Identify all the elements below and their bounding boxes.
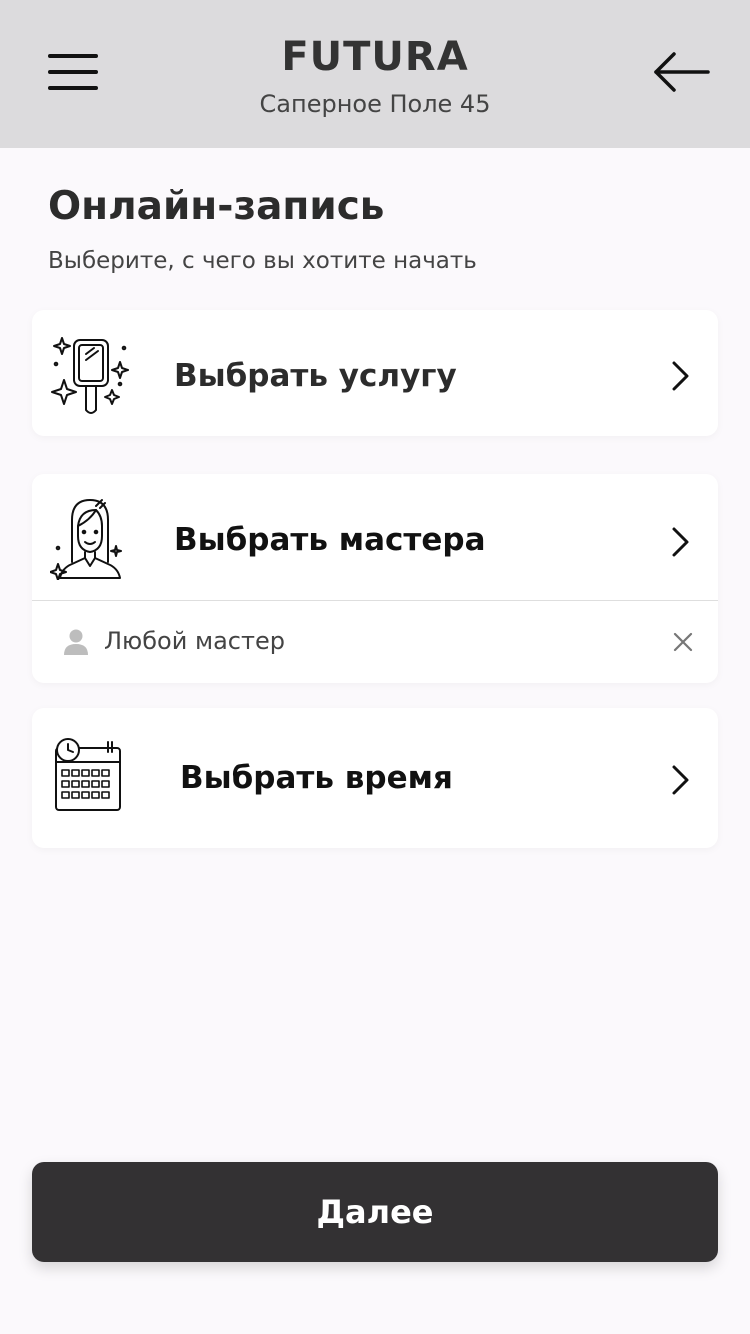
select-service-label: Выбрать услугу: [174, 358, 457, 394]
page-title: Онлайн-запись: [48, 184, 385, 229]
selected-master-row: Любой мастер: [32, 601, 718, 683]
select-master-button[interactable]: Выбрать мастера: [32, 474, 718, 600]
woman-portrait-icon: [50, 499, 122, 580]
select-master-label: Выбрать мастера: [174, 522, 486, 558]
chevron-right-icon: [672, 361, 689, 391]
page-subtitle: Выберите, с чего вы хотите начать: [48, 248, 477, 274]
header-subtitle: Саперное Поле 45: [259, 90, 491, 118]
select-time-button[interactable]: Выбрать время: [32, 708, 718, 848]
select-service-button[interactable]: Выбрать услугу: [32, 310, 718, 436]
back-button[interactable]: [650, 50, 712, 94]
close-icon[interactable]: [672, 631, 694, 653]
chevron-right-icon: [672, 527, 689, 557]
select-time-label: Выбрать время: [180, 760, 453, 796]
select-master-card: Выбрать мастера Любой мастер: [32, 474, 718, 683]
selected-master-label: Любой мастер: [104, 627, 285, 655]
arrow-left-icon: [654, 52, 710, 92]
select-time-card: Выбрать время: [32, 708, 718, 848]
header-title: FUTURA: [281, 34, 469, 80]
chevron-right-icon: [672, 765, 689, 795]
person-icon: [64, 629, 88, 655]
next-button[interactable]: Далее: [32, 1162, 718, 1262]
calendar-clock-icon: [55, 738, 121, 811]
select-service-card: Выбрать услугу: [32, 310, 718, 436]
hand-mirror-sparkles-icon: [51, 337, 129, 414]
app-header: FUTURA Саперное Поле 45: [0, 0, 750, 148]
